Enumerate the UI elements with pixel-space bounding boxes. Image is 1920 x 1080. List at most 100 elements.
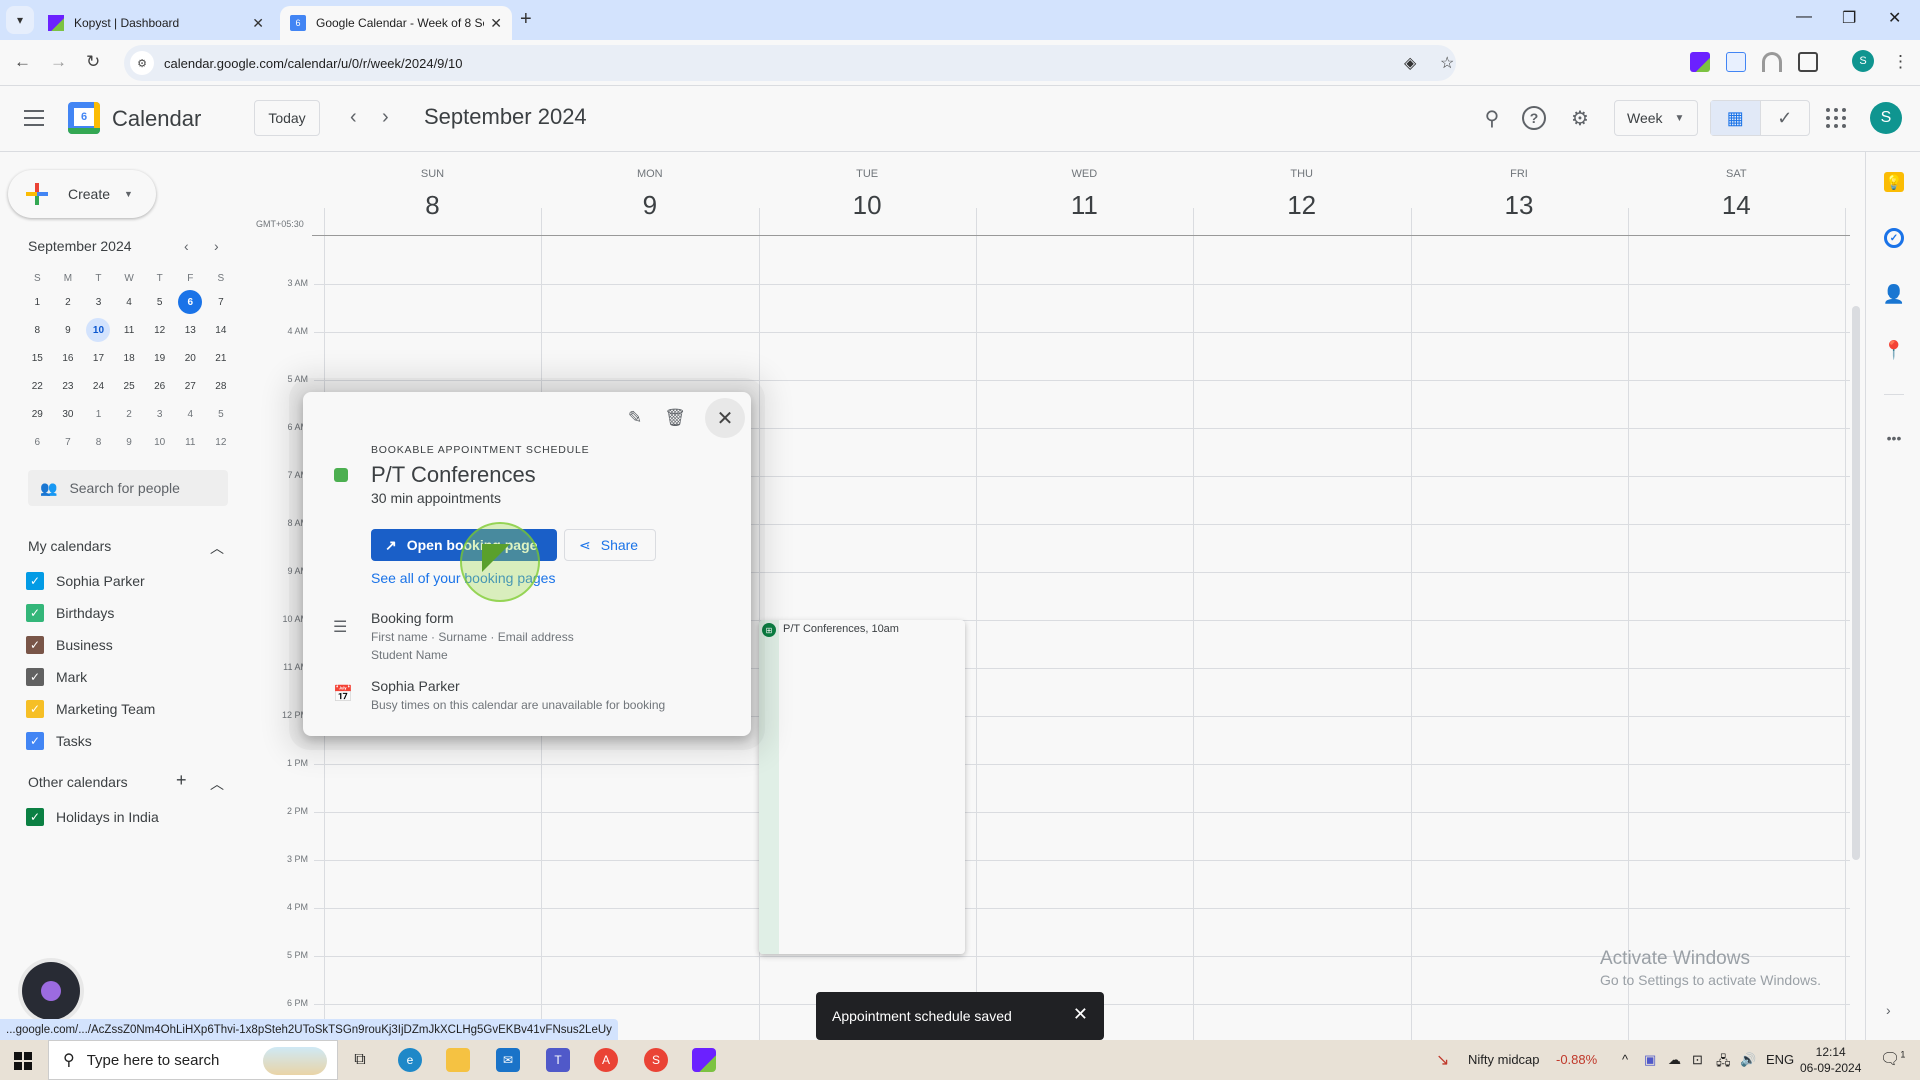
minimize-icon[interactable]: — [1796,8,1812,26]
next-week-icon[interactable]: › [382,106,389,129]
collapse-my-calendars-icon[interactable]: ︿ [210,538,224,558]
day-date[interactable]: 9 [541,190,758,221]
mini-calendar-day[interactable]: 11 [114,316,145,344]
mini-calendar-day[interactable]: 1 [22,288,53,316]
day-header[interactable]: FRI 13 [1411,168,1628,221]
extension-icon[interactable] [1726,52,1746,72]
mini-calendar-day[interactable]: 2 [53,288,84,316]
teams-icon[interactable]: T [546,1048,570,1072]
mini-calendar-day[interactable]: 29 [22,400,53,428]
mini-calendar-day[interactable]: 4 [175,400,206,428]
settings-gear-icon[interactable]: ⚙ [1568,106,1592,130]
close-tab-icon[interactable]: ✕ [252,15,264,32]
back-icon[interactable]: ← [14,52,31,72]
taskbar-clock[interactable]: 12:14 06-09-2024 [1800,1044,1861,1076]
taskbar-search-input[interactable]: ⚲ Type here to search [48,1040,338,1080]
maps-icon[interactable]: 📍 [1883,340,1905,360]
new-tab-button[interactable]: + [520,8,532,31]
mini-calendar-day[interactable]: 25 [114,372,145,400]
volume-icon[interactable]: 🔊 [1740,1052,1756,1068]
grid-scrollbar[interactable] [1852,306,1860,860]
mini-calendar-day[interactable]: 10 [83,316,114,344]
mini-calendar-day[interactable]: 12 [206,428,237,456]
checkbox-icon[interactable]: ✓ [26,732,44,750]
view-selector[interactable]: Week ▼ [1614,100,1698,136]
help-icon[interactable]: ? [1522,106,1546,130]
other-calendars-heading[interactable]: Other calendars [28,774,128,790]
calendar-list-item[interactable]: ✓ Holidays in India [26,808,159,826]
mini-calendar-day[interactable]: 14 [206,316,237,344]
url-bar[interactable]: ⚙ calendar.google.com/calendar/u/0/r/wee… [124,45,1456,81]
extension-arc-icon[interactable] [1762,52,1782,72]
url-text[interactable]: calendar.google.com/calendar/u/0/r/week/… [164,56,462,71]
day-date[interactable]: 14 [1628,190,1845,221]
mini-calendar-day[interactable]: 5 [144,288,175,316]
bookmark-star-icon[interactable]: ☆ [1440,53,1454,73]
checkbox-icon[interactable]: ✓ [26,604,44,622]
close-popup-button[interactable]: ✕ [705,398,745,438]
kopyst-extension-icon[interactable] [1690,52,1710,72]
checkbox-icon[interactable]: ✓ [26,700,44,718]
onedrive-icon[interactable]: ☁ [1668,1052,1681,1068]
network-icon[interactable]: 🖧 [1716,1052,1731,1074]
mini-calendar-day[interactable]: 7 [206,288,237,316]
day-header[interactable]: SAT 14 [1628,168,1845,221]
calendar-list-item[interactable]: ✓ Marketing Team [26,700,155,718]
day-header[interactable]: WED 11 [976,168,1193,221]
site-settings-icon[interactable]: ⚙ [130,51,154,75]
forward-icon[interactable]: → [50,52,67,72]
add-other-calendar-icon[interactable]: + [176,770,187,791]
mini-calendar-day[interactable]: 24 [83,372,114,400]
browser-menu-icon[interactable]: ⋮ [1892,52,1909,72]
mini-calendar-day[interactable]: 8 [22,316,53,344]
mini-calendar-day[interactable]: 30 [53,400,84,428]
calendar-list-item[interactable]: ✓ Tasks [26,732,92,750]
dismiss-snackbar-icon[interactable]: ✕ [1073,1004,1088,1025]
delete-trash-icon[interactable]: 🗑 [663,406,687,430]
day-header[interactable]: THU 12 [1193,168,1410,221]
language-indicator[interactable]: ENG [1766,1052,1794,1067]
main-menu-icon[interactable] [24,110,44,126]
close-tab-icon[interactable]: ✕ [490,15,502,32]
mini-calendar-day[interactable]: 18 [114,344,145,372]
file-explorer-icon[interactable] [446,1048,470,1072]
account-avatar[interactable]: S [1870,102,1902,134]
ticker-name[interactable]: Nifty midcap [1468,1052,1540,1067]
calendar-view-icon[interactable]: ▦ [1711,101,1761,135]
mini-calendar-day[interactable]: 15 [22,344,53,372]
mini-calendar-day[interactable]: 4 [114,288,145,316]
calendar-list-item[interactable]: ✓ Mark [26,668,87,686]
tasks-view-icon[interactable]: ✓ [1761,101,1810,135]
previous-week-icon[interactable]: ‹ [350,106,357,129]
checkbox-icon[interactable]: ✓ [26,572,44,590]
kopyst-app-icon[interactable] [692,1048,716,1072]
mini-calendar-day[interactable]: 11 [175,428,206,456]
mini-calendar-day[interactable]: 20 [175,344,206,372]
my-calendars-heading[interactable]: My calendars [28,538,111,554]
mini-calendar-day[interactable]: 12 [144,316,175,344]
share-button[interactable]: ⋖ Share [564,529,656,561]
tasks-icon[interactable]: ✓ [1884,228,1904,248]
mini-calendar-day[interactable]: 9 [53,316,84,344]
chrome-icon[interactable]: A [594,1048,618,1072]
day-date[interactable]: 13 [1411,190,1628,221]
create-button[interactable]: Create ▼ [8,170,156,218]
mini-calendar-day[interactable]: 19 [144,344,175,372]
chrome-profile-icon[interactable]: S [644,1048,668,1072]
lens-icon[interactable]: ◈ [1404,53,1416,73]
edge-icon[interactable]: e [398,1048,422,1072]
mini-calendar-day[interactable]: 6 [175,288,206,316]
contacts-icon[interactable]: 👤 [1883,284,1905,304]
calendar-list-item[interactable]: ✓ Birthdays [26,604,114,622]
mini-calendar-day[interactable]: 13 [175,316,206,344]
task-view-icon[interactable]: ⧉ [348,1048,372,1072]
day-date[interactable]: 8 [324,190,541,221]
mini-calendar-day[interactable]: 9 [114,428,145,456]
mini-calendar-day[interactable]: 10 [144,428,175,456]
tab-search-button[interactable]: ▾ [6,6,34,34]
extensions-puzzle-icon[interactable] [1798,52,1818,72]
mini-calendar-day[interactable]: 1 [83,400,114,428]
reload-icon[interactable]: ↻ [86,52,100,72]
checkbox-icon[interactable]: ✓ [26,668,44,686]
tab-kopyst[interactable]: Kopyst | Dashboard ✕ [38,6,274,40]
